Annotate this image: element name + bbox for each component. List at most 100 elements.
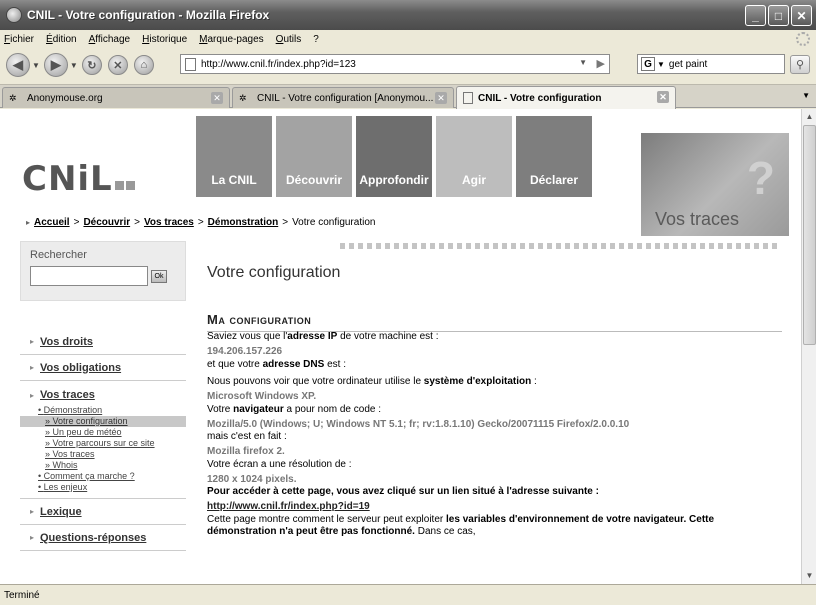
submenu-comment-ca-marche[interactable]: • Comment ça marche ? bbox=[20, 471, 186, 482]
status-bar: Terminé bbox=[0, 584, 816, 605]
forward-button[interactable]: ▶ bbox=[43, 53, 68, 77]
search-box[interactable]: G ▼ get paint bbox=[637, 54, 785, 74]
submenu-label: Les enjeux bbox=[43, 482, 88, 492]
nav-declarer[interactable]: Déclarer bbox=[516, 116, 592, 197]
stop-button[interactable]: ✕ bbox=[107, 55, 128, 75]
sidebar-item-questions-reponses[interactable]: ▸ Questions-réponses bbox=[20, 525, 186, 551]
nav-decouvrir[interactable]: Découvrir bbox=[276, 116, 352, 197]
scroll-down-icon[interactable]: ▼ bbox=[803, 569, 816, 583]
nav-agir[interactable]: Agir bbox=[436, 116, 512, 197]
sidebar-item-label: Questions-réponses bbox=[40, 531, 147, 544]
window-title: CNIL - Votre configuration - Mozilla Fir… bbox=[27, 8, 270, 22]
search-ok-button[interactable]: Ok bbox=[151, 270, 167, 283]
breadcrumb-accueil[interactable]: Accueil bbox=[34, 217, 70, 228]
reload-button[interactable]: ↻ bbox=[81, 55, 102, 75]
anonymouse-favicon-icon: ✲ bbox=[9, 92, 17, 103]
menu-fichier[interactable]: Fichier bbox=[4, 34, 34, 45]
breadcrumb-separator: > bbox=[134, 217, 140, 228]
submenu-parcours[interactable]: » Votre parcours sur ce site bbox=[20, 438, 186, 449]
forward-history-dropdown-icon[interactable]: ▼ bbox=[70, 61, 78, 70]
submenu-label: Démonstration bbox=[43, 405, 103, 415]
home-button[interactable]: ⌂ bbox=[133, 55, 154, 75]
site-search-input[interactable] bbox=[30, 266, 148, 286]
menu-aide[interactable]: ? bbox=[313, 34, 319, 45]
sidebar-item-vos-obligations[interactable]: ▸ Vos obligations bbox=[20, 355, 186, 381]
section-title: Ma configuration bbox=[207, 312, 784, 332]
scroll-up-icon[interactable]: ▲ bbox=[803, 110, 816, 124]
os-intro: Nous pouvons voir que votre ordinateur u… bbox=[207, 376, 537, 387]
referer-link[interactable]: http://www.cnil.fr/index.php?id=19 bbox=[207, 501, 787, 514]
breadcrumb-decouvrir[interactable]: Découvrir bbox=[83, 217, 130, 228]
maximize-button[interactable]: □ bbox=[768, 5, 789, 26]
menu-bar: Fichier Édition Affichage Historique Mar… bbox=[0, 30, 816, 49]
tab-close-icon[interactable]: ✕ bbox=[211, 92, 223, 104]
nav-label: Découvrir bbox=[285, 173, 343, 187]
search-label: Rechercher bbox=[30, 249, 87, 261]
tab-anonymouse[interactable]: ✲ Anonymouse.org ✕ bbox=[2, 87, 230, 108]
breadcrumb-demonstration[interactable]: Démonstration bbox=[208, 217, 279, 228]
tab-cnil-configuration[interactable]: CNIL - Votre configuration ✕ bbox=[456, 86, 676, 109]
minimize-button[interactable]: _ bbox=[745, 5, 766, 26]
resolution-value: 1280 x 1024 pixels. bbox=[207, 473, 297, 485]
browser-real-intro: mais c'est en fait : bbox=[207, 431, 287, 442]
submenu-label: Comment ça marche ? bbox=[43, 471, 135, 481]
submenu-label: Votre parcours sur ce site bbox=[52, 438, 155, 448]
list-all-tabs-icon[interactable]: ▼ bbox=[802, 91, 810, 100]
arrow-icon: ▸ bbox=[30, 337, 35, 346]
submenu-les-enjeux[interactable]: • Les enjeux bbox=[20, 482, 186, 493]
submenu-vos-traces[interactable]: » Vos traces bbox=[20, 449, 186, 460]
tab-cnil-anonymouse[interactable]: ✲ CNIL - Votre configuration [Anonymou..… bbox=[232, 87, 454, 108]
scroll-thumb[interactable] bbox=[803, 125, 816, 345]
back-history-dropdown-icon[interactable]: ▼ bbox=[32, 61, 40, 70]
go-arrow-icon[interactable]: ▶ bbox=[597, 57, 605, 70]
page-icon bbox=[463, 92, 473, 104]
tab-bar: ✲ Anonymouse.org ✕ ✲ CNIL - Votre config… bbox=[0, 84, 816, 109]
url-dropdown-icon[interactable]: ▼ bbox=[579, 58, 587, 67]
back-button[interactable]: ◀ bbox=[6, 53, 30, 77]
explanation-line-1: Cette page montre comment le serveur peu… bbox=[207, 513, 715, 525]
menu-marque-pages[interactable]: Marque-pages bbox=[199, 34, 264, 45]
referer-intro: Pour accéder à cette page, vous avez cli… bbox=[207, 486, 599, 497]
google-engine-icon[interactable]: G bbox=[641, 57, 655, 71]
navigation-toolbar: ◀ ▼ ▶ ▼ ↻ ✕ ⌂ http://www.cnil.fr/index.p… bbox=[0, 49, 816, 81]
page-icon bbox=[185, 57, 196, 71]
sidebar-item-vos-traces[interactable]: ▸ Vos traces bbox=[20, 385, 186, 405]
sidebar-item-lexique[interactable]: ▸ Lexique bbox=[20, 499, 186, 525]
reload-icon: ↻ bbox=[87, 59, 97, 72]
menu-historique[interactable]: Historique bbox=[142, 34, 187, 45]
submenu-label: Votre configuration bbox=[52, 416, 128, 426]
submenu-whois[interactable]: » Whois bbox=[20, 460, 186, 471]
submenu-votre-configuration[interactable]: » Votre configuration bbox=[20, 416, 186, 427]
vertical-scrollbar[interactable]: ▲ ▼ bbox=[801, 109, 816, 584]
search-value: get paint bbox=[668, 58, 708, 70]
menu-affichage[interactable]: Affichage bbox=[89, 34, 131, 45]
menu-outils[interactable]: Outils bbox=[276, 34, 302, 45]
nav-approfondir[interactable]: Approfondir bbox=[356, 116, 432, 197]
submenu-label: Vos traces bbox=[52, 449, 95, 459]
browser-value: Mozilla firefox 2. bbox=[207, 446, 285, 457]
tab-label: CNIL - Votre configuration bbox=[478, 92, 602, 104]
url-bar[interactable]: http://www.cnil.fr/index.php?id=123 ▼ ▶ bbox=[180, 54, 610, 74]
breadcrumb-separator: > bbox=[197, 217, 204, 228]
sidebar-item-vos-droits[interactable]: ▸ Vos droits bbox=[20, 329, 186, 355]
submenu-meteo[interactable]: » Un peu de météo bbox=[20, 427, 186, 438]
close-button[interactable]: ✕ bbox=[791, 5, 812, 26]
question-mark-icon: ? bbox=[746, 152, 775, 204]
breadcrumb: ▸ Accueil > Découvrir > Vos traces > Dém… bbox=[26, 217, 375, 228]
breadcrumb-current: Votre configuration bbox=[292, 217, 376, 228]
tab-close-icon[interactable]: ✕ bbox=[435, 92, 447, 104]
cnil-logo[interactable]: CNiL bbox=[22, 159, 135, 199]
breadcrumb-vos-traces[interactable]: Vos traces bbox=[144, 217, 194, 228]
engine-dropdown-icon[interactable]: ▼ bbox=[657, 60, 665, 69]
tab-label: Anonymouse.org bbox=[27, 92, 103, 104]
sidebar-item-label: Vos traces bbox=[40, 389, 95, 401]
nav-la-cnil[interactable]: La CNIL bbox=[196, 116, 272, 197]
submenu-demonstration[interactable]: • Démonstration bbox=[20, 405, 186, 416]
arrow-icon: ▸ bbox=[30, 533, 35, 542]
menu-edition[interactable]: Édition bbox=[46, 34, 77, 45]
os-value: Microsoft Windows XP. bbox=[207, 391, 317, 402]
tab-close-icon[interactable]: ✕ bbox=[657, 91, 669, 103]
arrow-icon: ▸ bbox=[30, 507, 35, 516]
submenu-label: Un peu de météo bbox=[52, 427, 122, 437]
search-button[interactable]: ⚲ bbox=[790, 55, 810, 74]
